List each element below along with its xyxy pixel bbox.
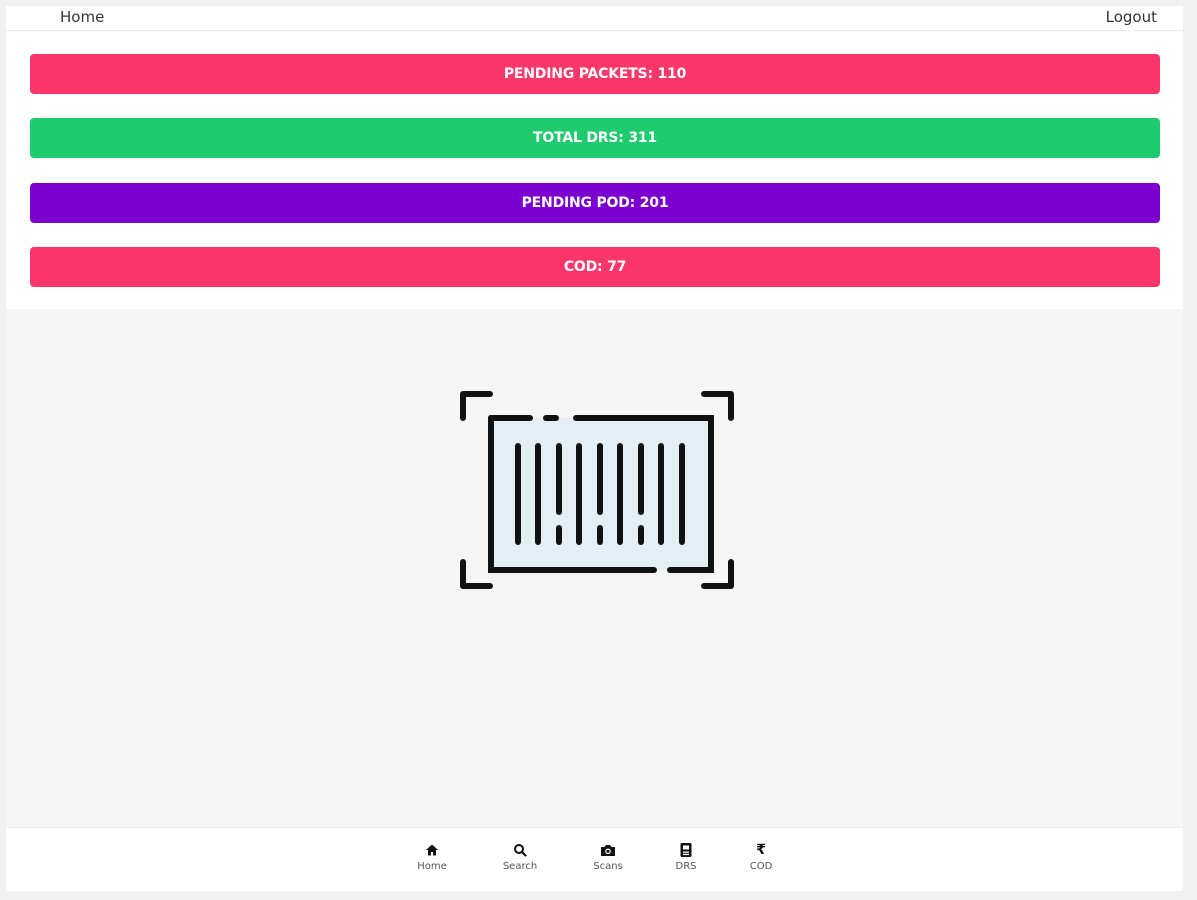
logout-link[interactable]: Logout xyxy=(1106,8,1157,26)
rupee-icon: ₹ xyxy=(756,842,766,858)
nav-drs[interactable]: DRS xyxy=(656,842,716,872)
nav-search[interactable]: Search xyxy=(490,842,550,872)
total-drs-bar[interactable]: TOTAL DRS: 311 xyxy=(30,118,1160,158)
bottom-nav: Home Search Scans DRS ₹ COD xyxy=(6,827,1183,891)
pending-pod-bar[interactable]: PENDING POD: 201 xyxy=(30,183,1160,223)
nav-search-label: Search xyxy=(502,861,538,872)
top-bar: Home Logout xyxy=(6,6,1183,31)
home-link[interactable]: Home xyxy=(60,8,104,26)
nav-home[interactable]: Home xyxy=(402,842,462,872)
nav-drs-label: DRS xyxy=(675,861,697,872)
nav-home-label: Home xyxy=(417,861,447,872)
document-icon xyxy=(678,842,694,858)
nav-scans-label: Scans xyxy=(593,861,623,872)
stats-panel: PENDING PACKETS: 110 TOTAL DRS: 311 PEND… xyxy=(6,31,1183,309)
nav-cod-label: COD xyxy=(749,861,773,872)
barcode-scan-icon[interactable] xyxy=(460,388,734,592)
search-icon xyxy=(512,842,528,858)
camera-icon xyxy=(600,842,616,858)
pending-packets-bar[interactable]: PENDING PACKETS: 110 xyxy=(30,54,1160,94)
cod-bar[interactable]: COD: 77 xyxy=(30,247,1160,287)
home-icon xyxy=(424,842,440,858)
nav-cod[interactable]: ₹ COD xyxy=(731,842,791,872)
app-frame: Home Logout PENDING PACKETS: 110 TOTAL D… xyxy=(6,6,1183,891)
nav-scans[interactable]: Scans xyxy=(578,842,638,872)
